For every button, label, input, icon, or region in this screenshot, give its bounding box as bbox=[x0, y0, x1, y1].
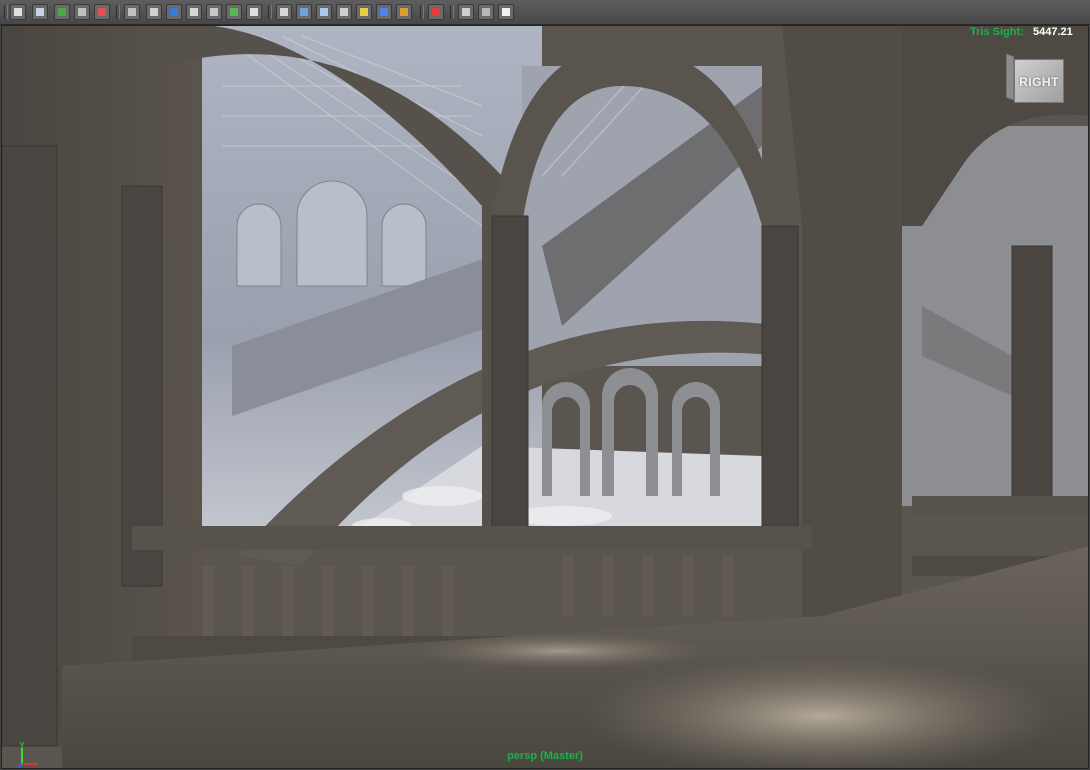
axis-y-label: Y bbox=[19, 742, 25, 750]
safe-action-button[interactable] bbox=[226, 4, 242, 20]
use-all-lights-button[interactable] bbox=[356, 4, 372, 20]
isolate-select-icon bbox=[432, 8, 440, 16]
bookmark-camera-button[interactable] bbox=[32, 4, 48, 20]
grease-pencil-button[interactable] bbox=[94, 4, 110, 20]
isolate-select-button[interactable] bbox=[428, 4, 444, 20]
smooth-shade-button[interactable] bbox=[296, 4, 312, 20]
field-chart-icon bbox=[210, 8, 218, 16]
viewcube-side[interactable] bbox=[1006, 53, 1014, 101]
toolbar-separator bbox=[268, 5, 272, 19]
camera-attributes-icon bbox=[14, 8, 22, 16]
safe-action-icon bbox=[230, 8, 238, 16]
xray-icon bbox=[462, 8, 470, 16]
ambient-occlusion-button[interactable] bbox=[396, 4, 412, 20]
hud-value: 5447.21 bbox=[1033, 26, 1073, 38]
grid-button[interactable] bbox=[124, 4, 140, 20]
ambient-occlusion-icon bbox=[400, 8, 408, 16]
toolbar-separator bbox=[4, 5, 8, 19]
camera-attributes-button[interactable] bbox=[10, 4, 26, 20]
toolbar-separator bbox=[116, 5, 120, 19]
textured-button[interactable] bbox=[336, 4, 352, 20]
wireframe-icon bbox=[280, 8, 288, 16]
bookmark-camera-icon bbox=[36, 8, 44, 16]
resolution-gate-button[interactable] bbox=[166, 4, 182, 20]
viewport-toolbar bbox=[0, 0, 1090, 25]
hud-label: Tris Sight: bbox=[970, 26, 1024, 38]
resolution-gate-icon bbox=[170, 8, 178, 16]
image-plane-button[interactable] bbox=[54, 4, 70, 20]
viewcube[interactable]: RIGHT bbox=[1006, 53, 1066, 105]
film-gate-icon bbox=[150, 8, 158, 16]
viewcube-face-right[interactable]: RIGHT bbox=[1014, 59, 1064, 103]
field-chart-button[interactable] bbox=[206, 4, 222, 20]
axis-x-label: X bbox=[34, 766, 40, 769]
grease-pencil-icon bbox=[98, 8, 106, 16]
toolbar-separator bbox=[450, 5, 454, 19]
xray-active-components-button[interactable] bbox=[478, 4, 494, 20]
wireframe-on-shaded-button[interactable] bbox=[316, 4, 332, 20]
safe-title-button[interactable] bbox=[246, 4, 262, 20]
toolbar-separator bbox=[420, 5, 424, 19]
two-d-pan-zoom-icon bbox=[78, 8, 86, 16]
shadows-icon bbox=[380, 8, 388, 16]
gate-mask-button[interactable] bbox=[186, 4, 202, 20]
shadows-button[interactable] bbox=[376, 4, 392, 20]
camera-label: persp (Master) bbox=[507, 750, 583, 762]
rendered-scene bbox=[2, 26, 1088, 768]
two-d-pan-zoom-button[interactable] bbox=[74, 4, 90, 20]
image-plane-icon bbox=[58, 8, 66, 16]
wireframe-on-shaded-icon bbox=[320, 8, 328, 16]
film-gate-button[interactable] bbox=[146, 4, 162, 20]
textured-icon bbox=[340, 8, 348, 16]
smooth-shade-icon bbox=[300, 8, 308, 16]
safe-title-icon bbox=[250, 8, 258, 16]
xray-button[interactable] bbox=[458, 4, 474, 20]
xray-joints-icon bbox=[502, 8, 510, 16]
3d-viewport[interactable]: Y X Z bbox=[1, 25, 1089, 769]
gate-mask-icon bbox=[190, 8, 198, 16]
xray-active-components-icon bbox=[482, 8, 490, 16]
wireframe-button[interactable] bbox=[276, 4, 292, 20]
xray-joints-button[interactable] bbox=[498, 4, 514, 20]
grid-icon bbox=[128, 8, 136, 16]
use-all-lights-icon bbox=[360, 8, 368, 16]
axis-z-label: Z bbox=[8, 768, 14, 769]
